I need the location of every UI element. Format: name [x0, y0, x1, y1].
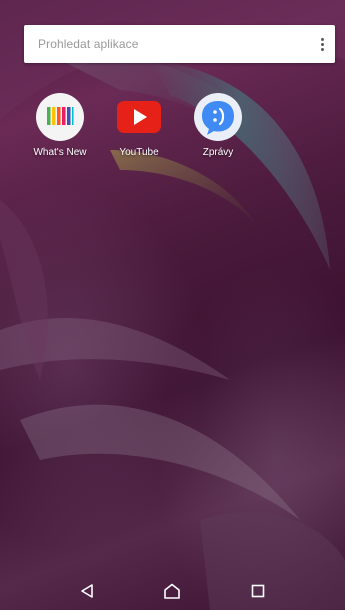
back-button[interactable] [72, 576, 102, 606]
app-label: What's New [33, 147, 87, 158]
youtube-icon[interactable] [114, 92, 164, 142]
home-button[interactable] [157, 576, 187, 606]
overflow-menu-icon[interactable] [309, 25, 335, 63]
app-label: YouTube [119, 147, 159, 158]
recents-button[interactable] [243, 576, 273, 606]
recents-square-icon [251, 584, 265, 598]
app-messages[interactable]: Zprávy [185, 92, 251, 158]
whats-new-icon[interactable] [35, 92, 85, 142]
app-search-bar[interactable]: Prohledat aplikace [24, 25, 335, 63]
back-triangle-icon [81, 584, 93, 598]
home-screen: Prohledat aplikace What's New YouTube Zp… [0, 0, 345, 610]
app-whats-new[interactable]: What's New [27, 92, 93, 158]
home-icon [164, 583, 181, 599]
app-youtube[interactable]: YouTube [106, 92, 172, 158]
messages-icon[interactable] [193, 92, 243, 142]
app-label: Zprávy [202, 147, 234, 158]
navigation-bar [0, 572, 345, 610]
search-input[interactable]: Prohledat aplikace [38, 37, 309, 51]
